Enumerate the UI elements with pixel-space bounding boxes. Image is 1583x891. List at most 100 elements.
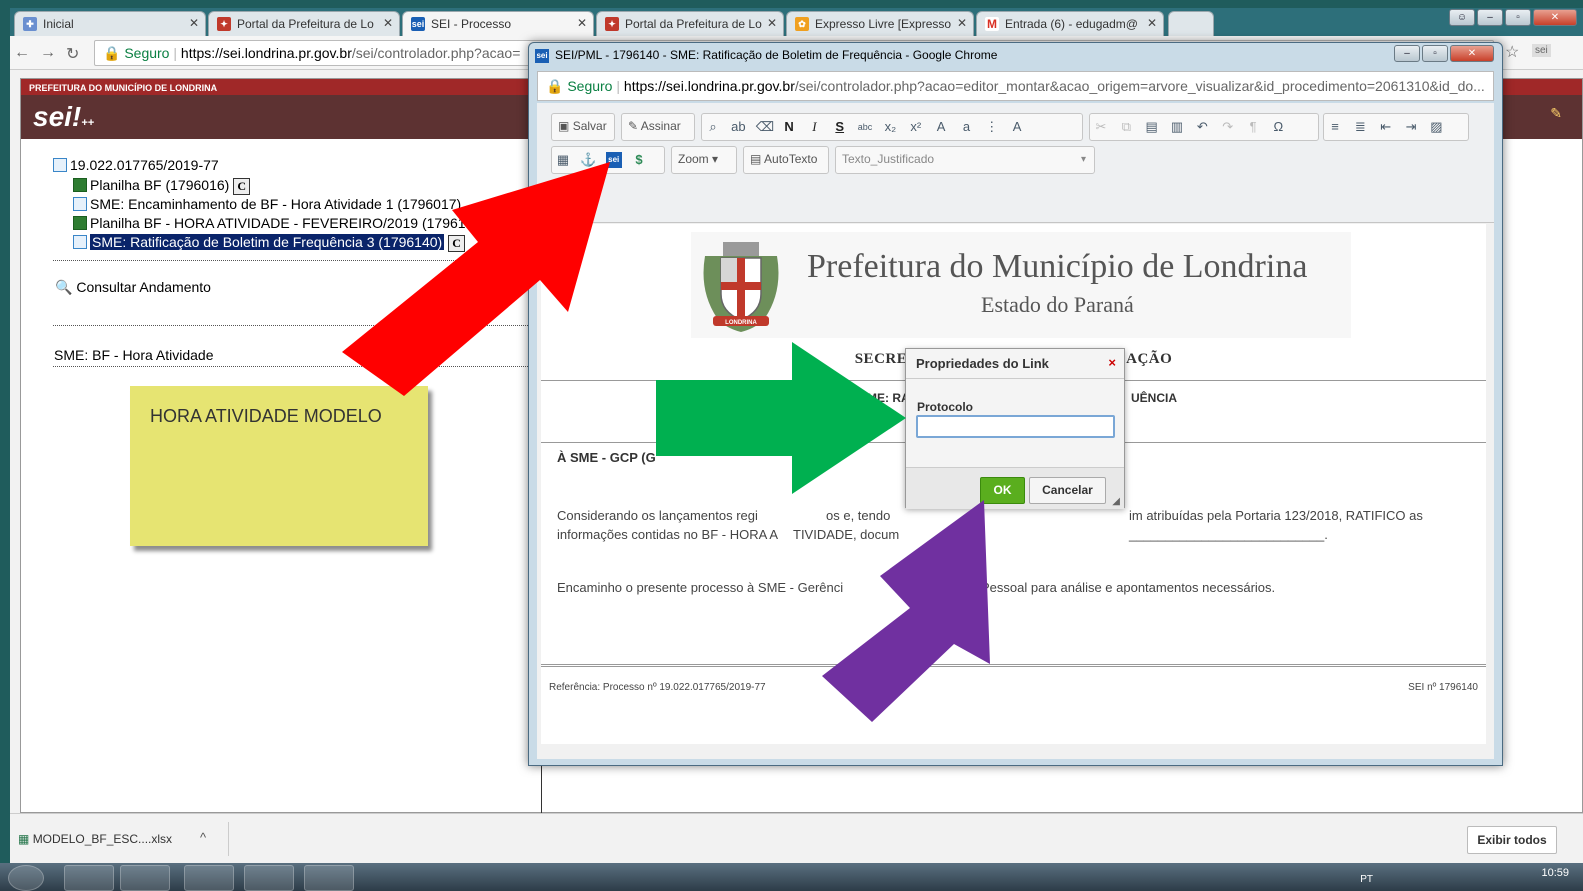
tree-item[interactable]: Planilha BF - HORA ATIVIDADE - FEVEREIRO… (53, 215, 466, 234)
protocolo-input[interactable] (916, 415, 1115, 438)
paste-text-icon[interactable]: ▥ (1169, 119, 1185, 135)
close-window-button[interactable]: ✕ (1533, 9, 1577, 26)
image-icon[interactable]: ▨ (1428, 119, 1444, 135)
subscript-icon[interactable]: x₂ (882, 119, 898, 135)
resize-grip-icon[interactable]: ◢ (1112, 496, 1120, 507)
paragraph-icon[interactable]: ¶ (1245, 119, 1261, 135)
language-indicator[interactable]: PT (1360, 874, 1373, 885)
close-icon[interactable]: ✕ (1147, 16, 1157, 30)
tab-portal-1[interactable]: ✦ Portal da Prefeitura de Lo ✕ (208, 11, 400, 36)
popup-url-field[interactable]: 🔒 Seguro | https://sei.londrina.pr.gov.b… (537, 71, 1494, 101)
dollar-icon[interactable]: $ (631, 152, 647, 168)
clock[interactable]: 10:59 (1541, 867, 1569, 879)
style-select[interactable]: Texto_Justificado ▾ (835, 146, 1095, 174)
show-all-button[interactable]: Exibir todos (1467, 826, 1557, 854)
table-insert-icon[interactable]: ▦ (555, 152, 571, 168)
redo-icon[interactable]: ↷ (1220, 119, 1236, 135)
crest-icon: ✦ (217, 17, 231, 31)
underline-icon[interactable]: S (832, 119, 848, 135)
bullet-list-icon[interactable]: ≣ (1352, 119, 1368, 135)
replace-icon[interactable]: ab (730, 119, 746, 135)
tools-icon[interactable]: ✎ (1550, 105, 1562, 122)
new-tab-button[interactable] (1168, 11, 1214, 36)
c-badge[interactable]: C (448, 235, 465, 252)
uppercase-icon[interactable]: A (933, 119, 949, 135)
floppy-icon: ▣ (558, 119, 570, 133)
tree-item[interactable]: SME: Encaminhamento de BF - Hora Ativida… (53, 196, 466, 215)
close-icon[interactable]: × (1108, 355, 1116, 370)
tree-item[interactable]: Planilha BF (1796016) C (53, 177, 466, 196)
sign-button[interactable]: ✎ Assinar (621, 113, 695, 141)
media-taskbar-icon[interactable] (184, 865, 234, 891)
zoom-select[interactable]: Zoom ▾ (671, 146, 737, 174)
download-item[interactable]: ▦ MODELO_BF_ESC....xlsx (18, 832, 172, 846)
gmail-icon: M (985, 17, 999, 31)
marker-label[interactable]: SME: BF - Hora Atividade (54, 347, 214, 363)
minimize-button[interactable]: – (1394, 45, 1420, 62)
eraser-icon[interactable]: ⌫ (756, 119, 774, 135)
paragraph-text: Considerando os lançamentos regi (557, 508, 758, 523)
indent-icon[interactable]: ⇥ (1403, 119, 1419, 135)
find-icon[interactable]: ⌕ (705, 119, 721, 135)
explorer-taskbar-icon[interactable] (120, 865, 170, 891)
cancel-button[interactable]: Cancelar (1029, 477, 1106, 504)
tree-item-selected[interactable]: SME: Ratificação de Boletim de Frequênci… (53, 234, 466, 253)
italic-icon[interactable]: I (806, 119, 822, 135)
copy-icon[interactable]: ⧉ (1118, 119, 1134, 135)
chrome-taskbar-icon[interactable] (244, 865, 294, 891)
tab-expresso[interactable]: ✿ Expresso Livre [Expresso ✕ (786, 11, 974, 36)
autotext-button[interactable]: ▤ AutoTexto (743, 146, 829, 174)
forward-icon[interactable]: → (40, 44, 56, 62)
reload-icon[interactable]: ↻ (66, 44, 79, 64)
tab-inicial[interactable]: ✚ Inicial ✕ (14, 11, 206, 36)
edit-toolbar-group: ✂ ⧉ ▤ ▥ ↶ ↷ ¶ Ω (1089, 113, 1319, 141)
paragraph-text: informações contidas no BF - HORA A (557, 527, 779, 542)
superscript-icon[interactable]: x² (908, 119, 924, 135)
sei-link-icon[interactable]: sei (605, 152, 622, 168)
minimize-button[interactable]: – (1477, 9, 1503, 26)
divider (53, 366, 538, 367)
ie-taskbar-icon[interactable] (64, 865, 114, 891)
c-badge[interactable]: C (233, 178, 250, 195)
start-button[interactable] (8, 865, 44, 891)
numbered-list-icon[interactable]: ≡ (1327, 119, 1343, 135)
undo-icon[interactable]: ↶ (1194, 119, 1210, 135)
process-root[interactable]: 19.022.017765/2019-77 (53, 157, 466, 177)
user-icon[interactable]: ☺ (1449, 9, 1475, 26)
protocolo-label: Protocolo (917, 400, 973, 414)
close-icon[interactable]: ✕ (767, 16, 777, 30)
chevron-up-icon[interactable]: ^ (200, 830, 206, 845)
dialog-footer: OK Cancelar ◢ (906, 467, 1124, 509)
editor-toolbar: ▣ Salvar ✎ Assinar ⌕ ab ⌫ N I S abc x₂ x… (537, 103, 1494, 223)
letterhead-subtitle: Estado do Paraná (981, 292, 1134, 317)
maximize-button[interactable]: ▫ (1505, 9, 1531, 26)
close-icon[interactable]: ✕ (383, 16, 393, 30)
tab-portal-2[interactable]: ✦ Portal da Prefeitura de Lo ✕ (596, 11, 784, 36)
document-icon (73, 235, 87, 249)
close-icon[interactable]: ✕ (577, 16, 587, 30)
link-icon[interactable]: ⚓ (580, 152, 596, 168)
maximize-button[interactable]: ▫ (1422, 45, 1448, 62)
back-icon[interactable]: ← (14, 44, 30, 62)
star-icon[interactable]: ☆ (1505, 42, 1519, 62)
cut-icon[interactable]: ✂ (1093, 119, 1109, 135)
close-icon[interactable]: ✕ (189, 16, 199, 30)
text-color-icon[interactable]: A (1009, 119, 1025, 135)
omega-icon[interactable]: Ω (1270, 119, 1286, 135)
close-window-button[interactable]: ✕ (1450, 45, 1494, 62)
chevron-down-icon: ▾ (1080, 154, 1086, 165)
ok-button[interactable]: OK (980, 477, 1025, 504)
table-icon[interactable]: ⋮ (984, 119, 1000, 135)
consultar-andamento-link[interactable]: 🔍 Consultar Andamento (55, 279, 211, 296)
save-button[interactable]: ▣ Salvar (551, 113, 615, 141)
tab-sei-processo[interactable]: sei SEI - Processo ✕ (402, 11, 594, 36)
tab-gmail[interactable]: M Entrada (6) - edugadm@ ✕ (976, 11, 1164, 36)
lowercase-icon[interactable]: a (958, 119, 974, 135)
outdent-icon[interactable]: ⇤ (1378, 119, 1394, 135)
bold-icon[interactable]: N (781, 119, 797, 135)
sei-extension-icon[interactable]: sei (1532, 44, 1551, 57)
paste-icon[interactable]: ▤ (1144, 119, 1160, 135)
strikethrough-icon[interactable]: abc (857, 119, 873, 135)
close-icon[interactable]: ✕ (957, 16, 967, 30)
excel-taskbar-icon[interactable] (304, 865, 354, 891)
